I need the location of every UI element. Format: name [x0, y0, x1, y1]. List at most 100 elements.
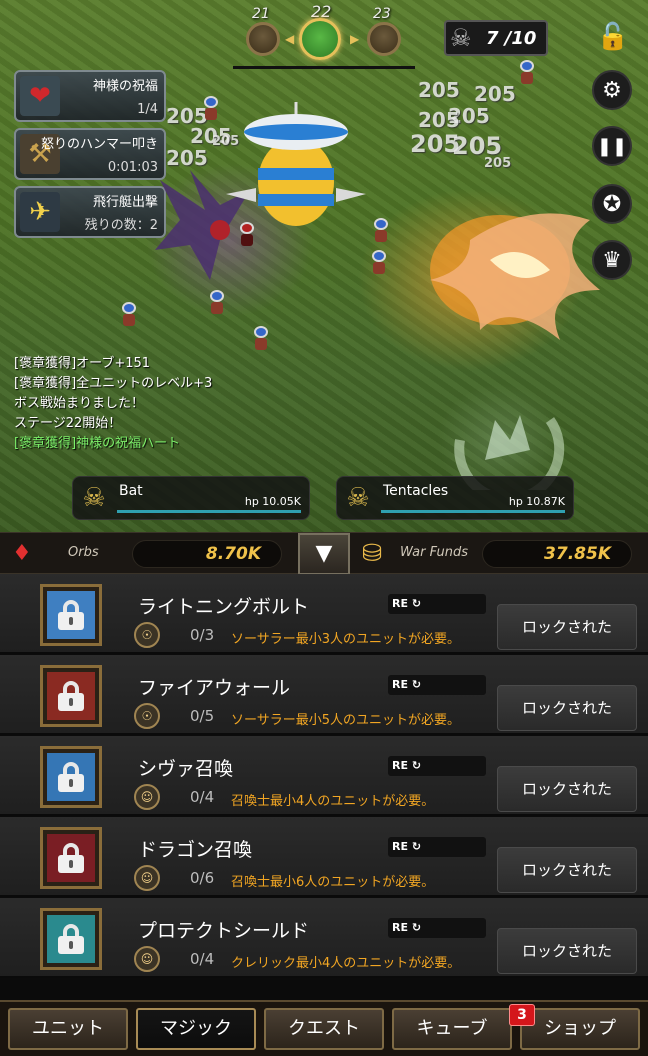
war-funds-label: War Funds: [400, 545, 469, 560]
coins-icon: ⛁: [362, 539, 383, 567]
spell-row[interactable]: ドラゴン召喚 RE ↻ ☺ 0/6 召喚士最小6人のユニットが必要。 ロックされた: [0, 817, 648, 897]
buff-title: 怒りのハンマー叩き: [40, 137, 158, 152]
unit-class-icon: ☉: [134, 703, 160, 729]
shop-notification-badge: 3: [509, 1004, 535, 1026]
stage-progress-bar: [233, 66, 415, 69]
spell-icon-frame[interactable]: [40, 746, 102, 808]
buff-remaining: 残りの数：2: [84, 218, 158, 233]
resource-bar: ♦ Orbs 8.70K ▼ ⛁ War Funds 37.85K: [0, 532, 648, 575]
boss-panel-tentacles[interactable]: ☠ Tentacles hp 10.87K: [336, 476, 574, 520]
boss-hp-bar: [117, 510, 301, 513]
spell-progress: 0/6: [190, 869, 215, 887]
buff-blessing[interactable]: ❤ 神様の祝福 1/4: [14, 70, 166, 122]
settings-button[interactable]: ⚙: [592, 70, 632, 110]
spell-progress: 0/4: [190, 788, 215, 806]
spell-icon-bg: [47, 753, 95, 801]
reset-indicator: RE ↻: [388, 756, 486, 776]
unit-sprite: [372, 218, 390, 242]
orbs-value: 8.70K: [132, 540, 282, 568]
unlock-icon[interactable]: 🔓: [596, 22, 630, 56]
spell-progress: 0/3: [190, 626, 215, 644]
spell-row[interactable]: ファイアウォール RE ↻ ☉ 0/5 ソーサラー最小5人のユニットが必要。 ロックされた: [0, 655, 648, 735]
log-line: ステージ22開始！: [14, 416, 122, 431]
airship-sprite: [226, 102, 366, 226]
summon-effect: [454, 415, 565, 490]
stage-right-arrow-icon[interactable]: ▶: [350, 32, 359, 46]
tab-shop[interactable]: ショップ: [520, 1008, 640, 1050]
kill-counter-text: 7 /10: [486, 28, 537, 49]
locked-button[interactable]: ロックされた: [497, 685, 637, 731]
spell-name: ファイアウォール: [138, 677, 291, 699]
unit-sprite: [208, 290, 226, 314]
locked-button[interactable]: ロックされた: [497, 847, 637, 893]
panel-toggle-button[interactable]: ▼: [298, 533, 350, 575]
spell-row[interactable]: シヴァ召喚 RE ↻ ☺ 0/4 召喚士最小4人のユニットが必要。 ロックされた: [0, 736, 648, 816]
buff-hammer[interactable]: ⚒ 怒りのハンマー叩き 0:01:03: [14, 128, 166, 180]
buff-title: 飛行艇出撃: [92, 195, 158, 210]
settings-icon: ⚙: [602, 77, 622, 103]
padlock-icon: [58, 843, 84, 873]
stage-current-node[interactable]: [299, 18, 341, 60]
tab-units[interactable]: ユニット: [8, 1008, 128, 1050]
log-line: [褒章獲得]オーブ+151: [14, 356, 151, 371]
spell-icon-frame[interactable]: [40, 827, 102, 889]
damage-number: 205: [418, 108, 460, 132]
log-line: [褒章獲得]神様の祝福ハート: [14, 436, 181, 451]
pause-button[interactable]: ❚❚: [592, 126, 632, 166]
spell-name: ライトニングボルト: [138, 596, 310, 618]
padlock-icon: [58, 600, 84, 630]
spell-requirement: ソーサラー最小5人のユニットが必要。: [231, 713, 461, 728]
boss-name: Tentacles: [383, 483, 449, 499]
spell-icon-bg: [47, 591, 95, 639]
damage-number: 205: [484, 156, 512, 171]
war-funds-value: 37.85K: [482, 540, 632, 568]
boss-panel-bat[interactable]: ☠ Bat hp 10.05K: [72, 476, 310, 520]
buff-count: 1/4: [137, 102, 158, 117]
spell-progress: 0/5: [190, 707, 215, 725]
boss-hp-bar: [381, 510, 565, 513]
damage-number: 205: [474, 82, 516, 106]
stage-next-node[interactable]: [367, 22, 401, 56]
unit-sprite: [370, 250, 388, 274]
padlock-icon: [58, 762, 84, 792]
skull-icon: ☠: [346, 483, 370, 513]
spell-icon-frame[interactable]: [40, 665, 102, 727]
locked-button[interactable]: ロックされた: [497, 928, 637, 974]
reset-indicator: RE ↻: [388, 837, 486, 857]
boss-hp: hp 10.05K: [244, 495, 301, 508]
spell-row[interactable]: ライトニングボルト RE ↻ ☉ 0/3 ソーサラー最小3人のユニットが必要。 ロックされ…: [0, 574, 648, 654]
spell-icon-frame[interactable]: [40, 908, 102, 970]
orbs-label: Orbs: [68, 545, 99, 560]
stage-prev-node[interactable]: [246, 22, 280, 56]
spell-requirement: クレリック最小4人のユニットが必要。: [231, 956, 461, 971]
tab-cube[interactable]: キューブ: [392, 1008, 512, 1050]
refresh-icon: ↻: [407, 840, 422, 853]
locked-button[interactable]: ロックされた: [497, 604, 637, 650]
boss-hp: hp 10.87K: [508, 495, 565, 508]
spell-icon-frame[interactable]: [40, 584, 102, 646]
spell-progress: 0/4: [190, 950, 215, 968]
spell-name: シヴァ召喚: [138, 758, 234, 780]
damage-number: 205: [418, 78, 460, 102]
buff-airship[interactable]: ✈ 飛行艇出撃 残りの数：2: [14, 186, 166, 238]
unit-sprite: [202, 96, 220, 120]
spell-row[interactable]: プロテクトシールド RE ↻ ☺ 0/4 クレリック最小4人のユニットが必要。 ロックされ…: [0, 898, 648, 978]
boss-name: Bat: [119, 483, 143, 499]
spell-icon-bg: [47, 834, 95, 882]
skull-icon: ☠: [82, 483, 106, 513]
spell-icon-bg: [47, 672, 95, 720]
spell-name: プロテクトシールド: [138, 920, 310, 942]
reset-label: RE: [392, 759, 408, 772]
tab-magic[interactable]: マジック: [136, 1008, 256, 1050]
stage-prev-number: 21: [252, 6, 270, 22]
reset-label: RE: [392, 921, 408, 934]
battlefield: 21 22 23 ◀ ▶ ☠ 7 /10 🔓 ⚙ ❚❚ ✪ ♛ ❤ 神様の祝福 …: [0, 0, 648, 532]
unit-sprite: [120, 302, 138, 326]
log-line: ボス戦始まりました！: [14, 396, 145, 411]
locked-button[interactable]: ロックされた: [497, 766, 637, 812]
spell-requirement: ソーサラー最小3人のユニットが必要。: [231, 632, 461, 647]
unit-class-icon: ☺: [134, 865, 160, 891]
buff-title: 神様の祝福: [92, 79, 158, 94]
stage-left-arrow-icon[interactable]: ◀: [285, 32, 294, 46]
tab-quest[interactable]: クエスト: [264, 1008, 384, 1050]
